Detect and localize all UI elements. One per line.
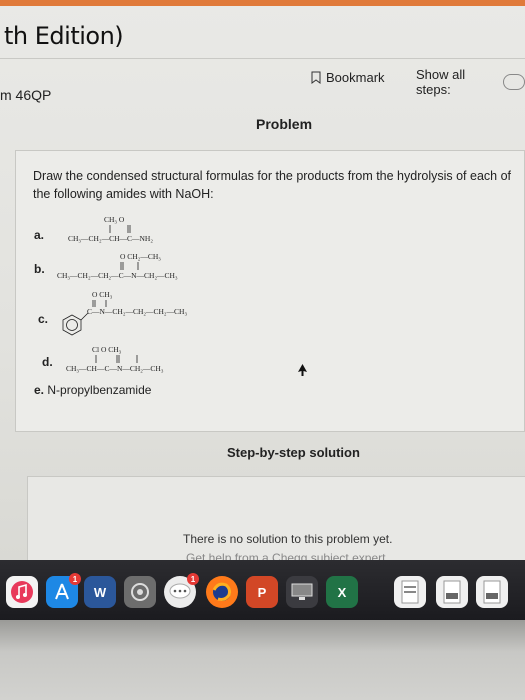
paper-file-icon: [483, 580, 501, 604]
speech-bubble-icon: [169, 583, 191, 599]
app-store-badge: 1: [69, 573, 81, 585]
gear-icon: [131, 583, 149, 601]
globe-icon: [212, 582, 232, 601]
pdf-file-icon: [401, 580, 419, 604]
document-file-icon: [443, 580, 461, 604]
item-e: e. N-propylbenzamide: [34, 383, 151, 397]
word-icon[interactable]: W: [84, 576, 116, 608]
powerpoint-label: P: [257, 584, 267, 600]
item-e-text: N-propylbenzamide: [47, 383, 152, 397]
item-a-letter: a.: [34, 228, 45, 242]
monitor-bezel: [0, 620, 525, 700]
book-edition-title: th Edition): [4, 22, 124, 50]
app-store-icon[interactable]: 1: [46, 573, 81, 608]
itunes-icon[interactable]: [6, 576, 38, 608]
word-label: W: [93, 584, 107, 600]
show-all-steps-toggle[interactable]: Show all steps:: [416, 67, 525, 97]
accent-rule: [0, 0, 525, 6]
bookmark-label: Bookmark: [326, 70, 385, 85]
solution-tab[interactable]: Step-by-step solution: [227, 445, 360, 460]
messages-badge: 1: [187, 573, 199, 585]
display-icon: [291, 583, 313, 600]
problem-statement: Draw the condensed structural formulas f…: [33, 169, 512, 201]
header-divider: [0, 58, 525, 59]
steam-icon[interactable]: [124, 576, 156, 608]
file-icon[interactable]: [436, 576, 468, 608]
question-id: m 46QP: [0, 87, 52, 103]
pdf-icon[interactable]: [394, 576, 426, 608]
music-note-icon: [11, 581, 33, 603]
no-solution-text: There is no solution to this problem yet…: [183, 532, 393, 546]
excel-label: X: [337, 584, 347, 600]
toggle-switch[interactable]: [502, 74, 525, 90]
item-d-letter: d.: [42, 355, 53, 369]
excel-icon[interactable]: X: [326, 576, 358, 608]
document-icon[interactable]: [476, 576, 508, 608]
monitor-icon[interactable]: [286, 576, 318, 608]
powerpoint-icon[interactable]: P: [246, 576, 278, 608]
bookmark-button[interactable]: Bookmark: [311, 70, 385, 85]
problem-tab[interactable]: Problem: [256, 116, 312, 132]
item-c-letter: c.: [38, 312, 49, 326]
show-all-steps-label: Show all steps:: [416, 67, 466, 97]
item-b-letter: b.: [34, 262, 45, 276]
bookmark-icon: [311, 71, 321, 84]
mouse-cursor-icon: [298, 364, 307, 376]
textbook-page: th Edition) m 46QP Bookmark Show all ste…: [0, 0, 525, 568]
firefox-icon[interactable]: [206, 576, 238, 608]
messages-icon[interactable]: 1: [164, 573, 199, 608]
item-e-letter: e.: [34, 383, 45, 397]
